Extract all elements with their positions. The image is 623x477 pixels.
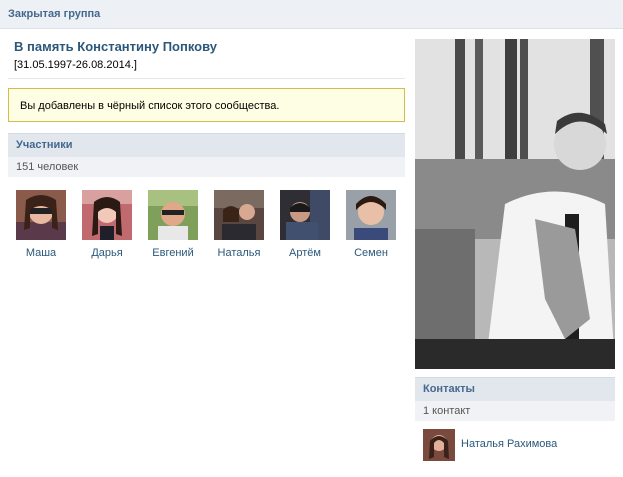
contacts-header[interactable]: Контакты: [415, 377, 615, 401]
avatar[interactable]: [148, 190, 198, 240]
members-list: Маша Дарья Евгений Наталья Артём Семен: [8, 190, 405, 270]
group-type-label: Закрытая группа: [8, 8, 101, 20]
member-name[interactable]: Семен: [338, 247, 404, 259]
member-item[interactable]: Артём: [272, 190, 338, 270]
contacts-count: 1 контакт: [423, 405, 471, 417]
contacts-subheader: 1 контакт: [415, 401, 615, 421]
blacklist-notice: Вы добавлены в чёрный список этого сообщ…: [8, 88, 405, 122]
avatar[interactable]: [16, 190, 66, 240]
main-column: В память Константину Попкову [31.05.1997…: [0, 29, 413, 477]
members-header[interactable]: Участники: [8, 133, 405, 157]
member-name[interactable]: Дарья: [74, 247, 140, 259]
member-item[interactable]: Наталья: [206, 190, 272, 270]
avatar[interactable]: [82, 190, 132, 240]
member-item[interactable]: Семен: [338, 190, 404, 270]
member-name[interactable]: Евгений: [140, 247, 206, 259]
member-item[interactable]: Дарья: [74, 190, 140, 270]
top-bar: Закрытая группа: [0, 0, 623, 29]
group-name: В память Константину Попкову: [14, 39, 218, 54]
avatar[interactable]: [423, 429, 455, 461]
sidebar: Контакты 1 контакт Наталья Рахимова: [413, 29, 623, 477]
member-name[interactable]: Наталья: [206, 247, 272, 259]
contact-item[interactable]: Наталья Рахимова: [423, 429, 623, 463]
contact-name[interactable]: Наталья Рахимова: [461, 438, 557, 450]
avatar[interactable]: [280, 190, 330, 240]
member-name[interactable]: Маша: [8, 247, 74, 259]
member-name[interactable]: Артём: [272, 247, 338, 259]
members-count: 151 человек: [16, 161, 79, 173]
member-item[interactable]: Евгений: [140, 190, 206, 270]
members-title: Участники: [16, 139, 73, 151]
blacklist-notice-text: Вы добавлены в чёрный список этого сообщ…: [20, 100, 280, 112]
divider: [8, 78, 405, 79]
avatar[interactable]: [346, 190, 396, 240]
group-photo[interactable]: [415, 39, 615, 369]
group-status: [31.05.1997-26.08.2014.]: [14, 59, 137, 71]
avatar[interactable]: [214, 190, 264, 240]
contacts-title: Контакты: [423, 383, 475, 395]
members-subheader: 151 человек: [8, 157, 405, 177]
member-item[interactable]: Маша: [8, 190, 74, 270]
